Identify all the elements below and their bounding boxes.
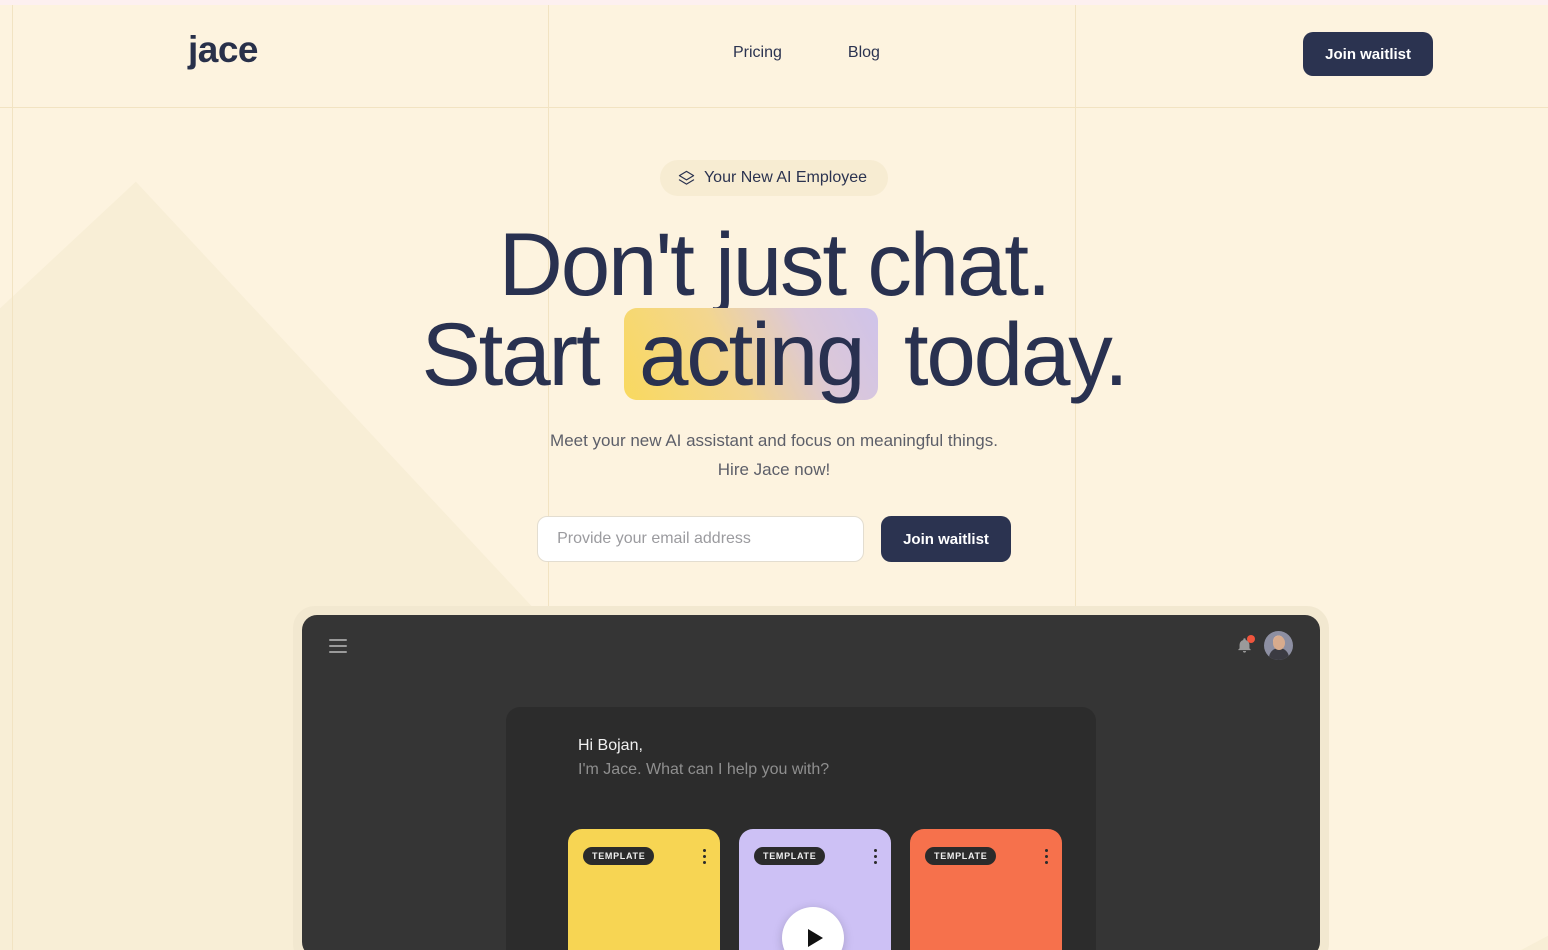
headline-line-1: Don't just chat. — [498, 214, 1052, 314]
nav-link-pricing[interactable]: Pricing — [733, 44, 782, 62]
template-badge: TEMPLATE — [583, 847, 655, 865]
hero-join-waitlist-button[interactable]: Join waitlist — [881, 516, 1011, 563]
hero-subtitle-line-2: Hire Jace now! — [717, 460, 831, 480]
chat-greeting-subtitle: I'm Jace. What can I help you with? — [578, 761, 830, 778]
headline-text-after: today. — [903, 303, 1129, 404]
primary-navigation: Pricing Blog — [733, 44, 880, 62]
hero-badge-label: Your New AI Employee — [703, 169, 868, 186]
site-header: jace Pricing Blog Join waitlist — [0, 0, 1548, 107]
nav-link-blog[interactable]: Blog — [848, 44, 880, 62]
page-root: jace Pricing Blog Join waitlist Your New… — [0, 0, 1548, 950]
email-input[interactable] — [537, 516, 865, 563]
hero-subtitle: Meet your new AI assistant and focus on … — [0, 426, 1548, 484]
app-preview-frame: Hi Bojan, I'm Jace. What can I help you … — [293, 606, 1329, 950]
play-triangle — [807, 929, 823, 947]
app-preview-toolbar — [1236, 631, 1293, 660]
app-preview-screen: Hi Bojan, I'm Jace. What can I help you … — [302, 615, 1320, 950]
template-card[interactable]: TEMPLATE Plan a wedding — [568, 829, 720, 950]
user-avatar[interactable] — [1264, 631, 1293, 660]
headline-highlight-acting: acting — [624, 307, 879, 401]
bell-icon[interactable] — [1236, 635, 1255, 655]
top-hairline — [0, 0, 1548, 5]
brand-logo[interactable]: jace — [188, 31, 259, 68]
hero-badge: Your New AI Employee — [659, 160, 889, 196]
header-join-waitlist-button[interactable]: Join waitlist — [1303, 32, 1433, 76]
hero-headline: Don't just chat. Start acting today. — [0, 218, 1548, 401]
chat-greeting-title: Hi Bojan, — [578, 737, 643, 754]
card-more-options-icon[interactable] — [703, 849, 706, 864]
card-more-options-icon[interactable] — [874, 849, 877, 864]
layers-icon — [678, 170, 695, 187]
hero-section: Your New AI Employee Don't just chat. St… — [0, 107, 1548, 563]
waitlist-form: Join waitlist — [0, 516, 1548, 563]
template-badge: TEMPLATE — [754, 847, 826, 865]
hero-subtitle-line-1: Meet your new AI assistant and focus on … — [550, 431, 998, 451]
template-badge: TEMPLATE — [925, 847, 997, 865]
hamburger-menu-icon[interactable] — [329, 639, 347, 653]
headline-text-before: Start — [421, 303, 601, 404]
card-more-options-icon[interactable] — [1045, 849, 1048, 864]
headline-line-2: Start acting today. — [0, 307, 1548, 401]
notification-badge-dot — [1247, 635, 1255, 643]
template-card[interactable]: TEMPLATE — [910, 829, 1062, 950]
